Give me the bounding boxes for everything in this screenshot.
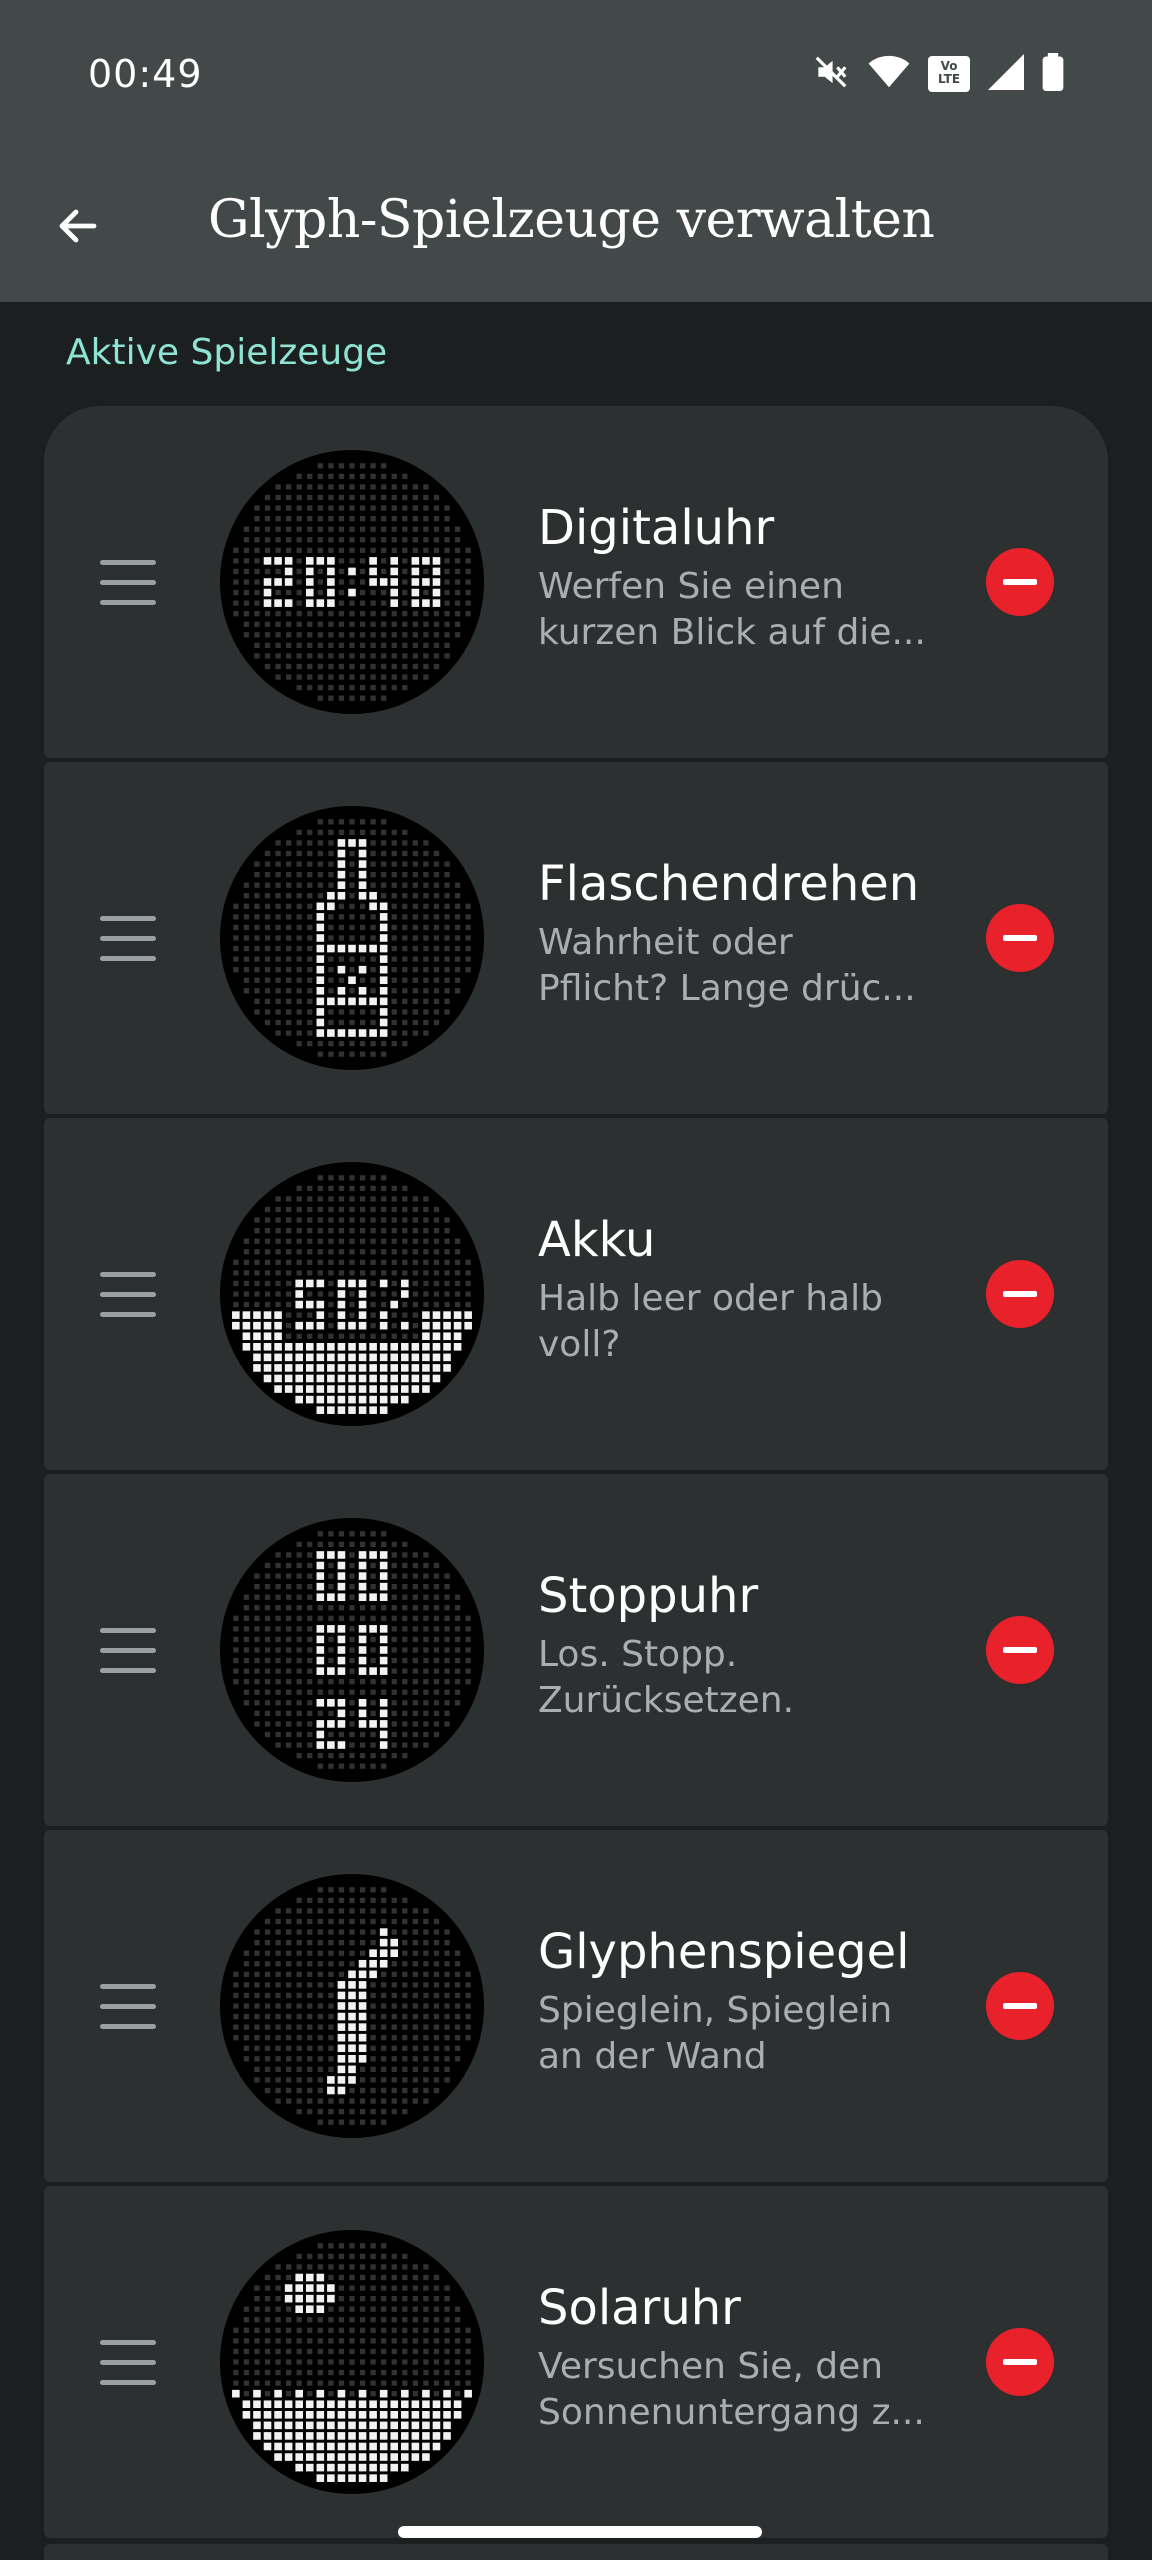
drag-handle-icon[interactable] <box>100 2332 164 2392</box>
status-time: 00:49 <box>88 52 203 96</box>
drag-handle-icon[interactable] <box>100 552 164 612</box>
remove-button[interactable] <box>986 2328 1054 2396</box>
glyph-preview-digitaluhr <box>220 450 484 714</box>
drag-handle-icon[interactable] <box>100 1620 164 1680</box>
volte-icon: Vo LTE <box>928 56 970 92</box>
home-indicator[interactable] <box>398 2526 762 2538</box>
arrow-left-icon <box>59 209 97 243</box>
minus-icon <box>1003 1291 1037 1297</box>
toy-title: Solaruhr <box>538 2280 741 2336</box>
remove-button[interactable] <box>986 1972 1054 2040</box>
status-bar: 00:49 Vo LTE <box>0 0 1152 150</box>
minus-icon <box>1003 1647 1037 1653</box>
mute-icon <box>812 53 850 95</box>
wifi-icon <box>868 55 910 93</box>
toy-card-solaruhr[interactable]: Solaruhr Versuchen Sie, den Sonnenunterg… <box>44 2186 1108 2538</box>
minus-icon <box>1003 2359 1037 2365</box>
drag-handle-icon[interactable] <box>100 1976 164 2036</box>
section-label: Aktive Spielzeuge <box>66 332 388 373</box>
toy-title: Digitaluhr <box>538 500 775 556</box>
glyph-preview-flaschendrehen <box>220 806 484 1070</box>
toy-description: Halb leer oder halb voll? <box>538 1278 883 1365</box>
minus-icon <box>1003 579 1037 585</box>
remove-button[interactable] <box>986 904 1054 972</box>
remove-button[interactable] <box>986 1616 1054 1684</box>
toy-title: Stoppuhr <box>538 1568 759 1624</box>
toy-card-akku[interactable]: Akku Halb leer oder halb voll? <box>44 1118 1108 1470</box>
status-icons: Vo LTE <box>812 53 1064 95</box>
toy-card-stoppuhr[interactable]: Stoppuhr Los. Stopp. Zurücksetzen. <box>44 1474 1108 1826</box>
drag-handle-icon[interactable] <box>100 1264 164 1324</box>
toy-list: Digitaluhr Werfen Sie einen kurzen Blick… <box>44 406 1108 2542</box>
toy-title: Akku <box>538 1212 656 1268</box>
minus-icon <box>1003 2003 1037 2009</box>
toy-description: Wahrheit oder Pflicht? Lange drüc... <box>538 922 916 1009</box>
toy-description: Versuchen Sie, den Sonnenuntergang z... <box>538 2346 925 2433</box>
glyph-preview-glyphenspiegel <box>220 1874 484 2138</box>
toy-card-digitaluhr[interactable]: Digitaluhr Werfen Sie einen kurzen Blick… <box>44 406 1108 758</box>
toy-description: Werfen Sie einen kurzen Blick auf die... <box>538 566 926 653</box>
battery-icon <box>1042 53 1064 95</box>
drag-handle-icon[interactable] <box>100 908 164 968</box>
signal-icon <box>988 54 1024 94</box>
page-title: Glyph-Spielzeuge verwalten <box>208 190 935 250</box>
toy-card-glyphenspiegel[interactable]: Glyphenspiegel Spieglein, Spieglein an d… <box>44 1830 1108 2182</box>
minus-icon <box>1003 935 1037 941</box>
top-app-bar: Glyph-Spielzeuge verwalten <box>0 150 1152 302</box>
toy-description: Los. Stopp. Zurücksetzen. <box>538 1634 795 1721</box>
toy-title: Glyphenspiegel <box>538 1924 910 1980</box>
next-card-edge <box>44 2544 1108 2560</box>
glyph-preview-akku <box>220 1162 484 1426</box>
glyph-preview-stoppuhr <box>220 1518 484 1782</box>
glyph-preview-solaruhr <box>220 2230 484 2494</box>
back-button[interactable] <box>40 188 116 264</box>
toy-card-flaschendrehen[interactable]: Flaschendrehen Wahrheit oder Pflicht? La… <box>44 762 1108 1114</box>
toy-description: Spieglein, Spieglein an der Wand <box>538 1990 893 2077</box>
toy-title: Flaschendrehen <box>538 856 920 912</box>
remove-button[interactable] <box>986 548 1054 616</box>
remove-button[interactable] <box>986 1260 1054 1328</box>
